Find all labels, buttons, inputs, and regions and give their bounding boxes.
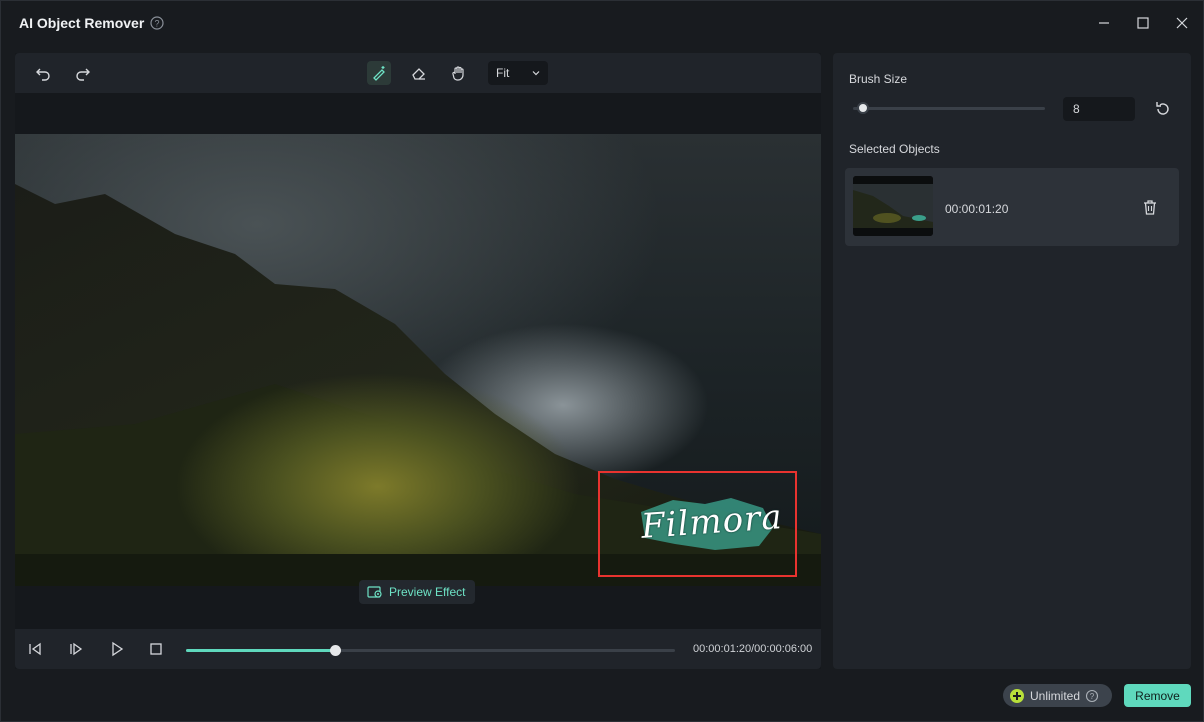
- undo-icon[interactable]: [31, 61, 55, 85]
- brush-size-input[interactable]: 8: [1063, 97, 1135, 121]
- zoom-select[interactable]: Fit: [488, 61, 548, 85]
- title-bar: AI Object Remover ?: [1, 1, 1204, 45]
- svg-text:?: ?: [1090, 692, 1095, 701]
- object-timestamp: 00:00:01:20: [945, 202, 1009, 216]
- preview-effect-button[interactable]: Preview Effect: [359, 580, 475, 604]
- playback-slider[interactable]: [186, 645, 675, 656]
- trash-icon[interactable]: [1141, 198, 1159, 216]
- svg-text:?: ?: [154, 19, 159, 29]
- help-icon[interactable]: ?: [1085, 689, 1099, 703]
- video-frame[interactable]: Filmora: [15, 134, 821, 586]
- canvas-area[interactable]: Filmora Preview Effect: [15, 93, 821, 629]
- object-thumbnail: [853, 176, 933, 236]
- eraser-icon[interactable]: [407, 61, 431, 85]
- app-window: AI Object Remover ? Fit Filmora Preview …: [0, 0, 1204, 722]
- brush-size-slider[interactable]: [853, 102, 1045, 114]
- redo-icon[interactable]: [71, 61, 95, 85]
- maximize-icon[interactable]: [1133, 13, 1153, 33]
- brush-size-handle[interactable]: [856, 102, 869, 114]
- selected-object-item[interactable]: 00:00:01:20: [845, 168, 1179, 246]
- unlimited-badge[interactable]: Unlimited ?: [1003, 684, 1112, 707]
- reset-icon[interactable]: [1153, 99, 1173, 119]
- next-frame-icon[interactable]: [67, 640, 85, 658]
- editor-toolbar: Fit: [15, 53, 821, 93]
- preview-effect-label: Preview Effect: [389, 585, 466, 599]
- prev-frame-icon[interactable]: [26, 640, 44, 658]
- selected-objects-label: Selected Objects: [849, 142, 940, 156]
- plus-circle-icon: [1010, 688, 1024, 703]
- brush-size-label: Brush Size: [849, 72, 908, 86]
- timecode: 00:00:01:20/00:00:06:00: [693, 643, 813, 655]
- side-panel: Brush Size 8 Selected Objects 00:00:01:2…: [833, 53, 1191, 669]
- chevron-down-icon: [532, 71, 540, 76]
- help-icon[interactable]: ?: [150, 16, 164, 30]
- playback-handle[interactable]: [330, 645, 342, 656]
- window-title: AI Object Remover: [19, 15, 145, 31]
- remove-button[interactable]: Remove: [1124, 684, 1191, 707]
- hand-icon[interactable]: [447, 61, 471, 85]
- play-icon[interactable]: [108, 640, 126, 658]
- minimize-icon[interactable]: [1094, 13, 1114, 33]
- editor-panel: Fit Filmora Preview Effect 00:00:01:20/0…: [15, 53, 821, 669]
- playback-progress: [186, 649, 336, 652]
- player-controls: 00:00:01:20/00:00:06:00: [15, 629, 821, 669]
- zoom-select-value: Fit: [496, 66, 510, 80]
- stop-icon[interactable]: [147, 640, 165, 658]
- preview-icon: [367, 586, 382, 598]
- unlimited-label: Unlimited: [1030, 688, 1081, 703]
- close-icon[interactable]: [1172, 13, 1192, 33]
- smart-brush-icon[interactable]: [367, 61, 391, 85]
